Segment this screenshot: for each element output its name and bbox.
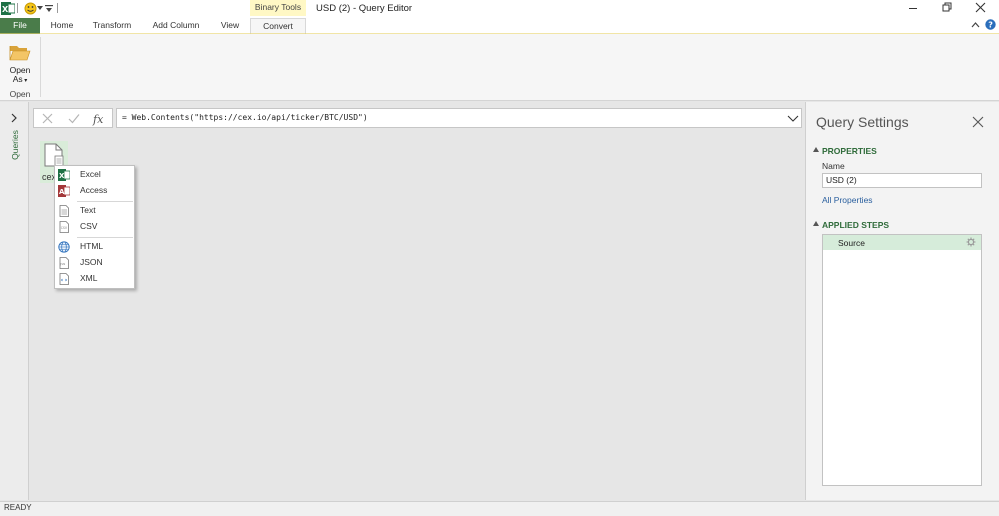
menu-item-excel[interactable]: X Excel <box>55 167 134 182</box>
titlebar-divider <box>17 3 18 13</box>
tab-home[interactable]: Home <box>44 18 80 34</box>
window-title: USD (2) - Query Editor <box>316 3 413 14</box>
confirm-formula-icon[interactable] <box>68 113 80 124</box>
menu-item-json[interactable]: JSN JSON <box>55 255 134 270</box>
titlebar-divider <box>57 3 58 13</box>
csv-file-icon: CSV <box>59 221 69 233</box>
svg-text:X: X <box>2 5 9 14</box>
applied-steps-list <box>822 234 982 486</box>
ribbon-group-label: Open <box>9 89 31 99</box>
collapse-triangle-icon[interactable] <box>813 147 819 152</box>
properties-header: PROPERTIES <box>822 146 877 156</box>
open-as-label: Open As ▾ <box>4 66 36 86</box>
menu-item-csv[interactable]: CSV CSV <box>55 219 134 234</box>
svg-text:JSN: JSN <box>59 262 65 266</box>
menu-item-text[interactable]: Text <box>55 203 134 218</box>
status-bar <box>0 501 999 516</box>
fx-icon[interactable]: fx <box>92 111 106 126</box>
menu-item-xml[interactable]: XML <box>55 271 134 286</box>
svg-text:?: ? <box>988 21 993 30</box>
globe-icon <box>58 241 70 253</box>
all-properties-link[interactable]: All Properties <box>822 195 873 205</box>
expand-chevron-icon[interactable] <box>10 113 18 123</box>
title-bar <box>0 0 999 18</box>
formula-expand-chevron-icon[interactable] <box>786 109 800 127</box>
tab-convert[interactable]: Convert <box>250 18 306 34</box>
status-text: READY <box>4 503 32 512</box>
collapse-triangle-icon[interactable] <box>813 221 819 226</box>
step-label: Source <box>838 238 865 248</box>
query-settings-title: Query Settings <box>816 114 909 130</box>
contextual-tab-group-label: Binary Tools <box>250 0 306 16</box>
menu-item-label: Excel <box>80 169 101 179</box>
close-settings-icon[interactable] <box>972 116 984 128</box>
tab-view[interactable]: View <box>214 18 246 34</box>
menu-item-html[interactable]: HTML <box>55 239 134 254</box>
svg-text:fx: fx <box>92 113 104 126</box>
smiley-feedback-icon[interactable] <box>24 2 37 15</box>
smiley-dropdown-icon[interactable] <box>37 6 43 11</box>
query-name-input[interactable]: USD (2) <box>822 173 982 188</box>
ribbon-accent-line <box>0 33 999 34</box>
menu-item-access[interactable]: A Access <box>55 183 134 198</box>
formula-input[interactable]: = Web.Contents("https://cex.io/api/ticke… <box>116 108 802 128</box>
excel-app-icon: X <box>1 2 15 15</box>
menu-item-label: HTML <box>80 241 104 251</box>
menu-item-label: JSON <box>80 257 103 267</box>
queries-pane-label[interactable]: Queries <box>10 124 20 166</box>
tab-file[interactable]: File <box>0 18 40 34</box>
formula-buttons: fx <box>33 108 113 128</box>
svg-text:X: X <box>59 172 65 180</box>
menu-separator <box>77 201 133 202</box>
menu-item-label: Access <box>80 185 108 195</box>
menu-item-label: Text <box>80 205 96 215</box>
ribbon <box>0 34 999 101</box>
document-icon <box>44 143 64 167</box>
ribbon-group-separator <box>40 37 41 97</box>
collapse-ribbon-icon[interactable] <box>971 21 980 29</box>
close-window-icon[interactable] <box>975 2 986 13</box>
chevron-down-icon: ▾ <box>22 78 28 84</box>
text-file-icon <box>59 205 69 217</box>
cancel-formula-icon[interactable] <box>42 113 53 124</box>
tab-add-column[interactable]: Add Column <box>144 18 208 34</box>
gear-icon[interactable] <box>966 237 976 247</box>
folder-open-icon <box>9 46 31 61</box>
tab-transform[interactable]: Transform <box>86 18 138 34</box>
name-label: Name <box>822 161 845 171</box>
quick-access-dropdown-icon[interactable] <box>45 4 53 13</box>
svg-text:CSV: CSV <box>61 226 68 230</box>
minimize-icon[interactable] <box>908 3 918 13</box>
json-file-icon: JSN <box>59 257 69 269</box>
menu-item-label: XML <box>80 273 98 283</box>
restore-icon[interactable] <box>942 2 953 13</box>
xml-file-icon <box>59 273 69 285</box>
help-icon[interactable]: ? <box>985 19 996 30</box>
svg-text:A: A <box>59 188 65 196</box>
open-as-context-menu: X Excel A Access Text CSV CSV HTML JSN J… <box>54 165 135 289</box>
open-as-label-line2: As <box>12 74 23 84</box>
access-icon: A <box>58 185 70 197</box>
excel-icon: X <box>58 169 70 181</box>
menu-separator <box>77 237 133 238</box>
menu-item-label: CSV <box>80 221 98 231</box>
applied-steps-header: APPLIED STEPS <box>822 220 890 230</box>
